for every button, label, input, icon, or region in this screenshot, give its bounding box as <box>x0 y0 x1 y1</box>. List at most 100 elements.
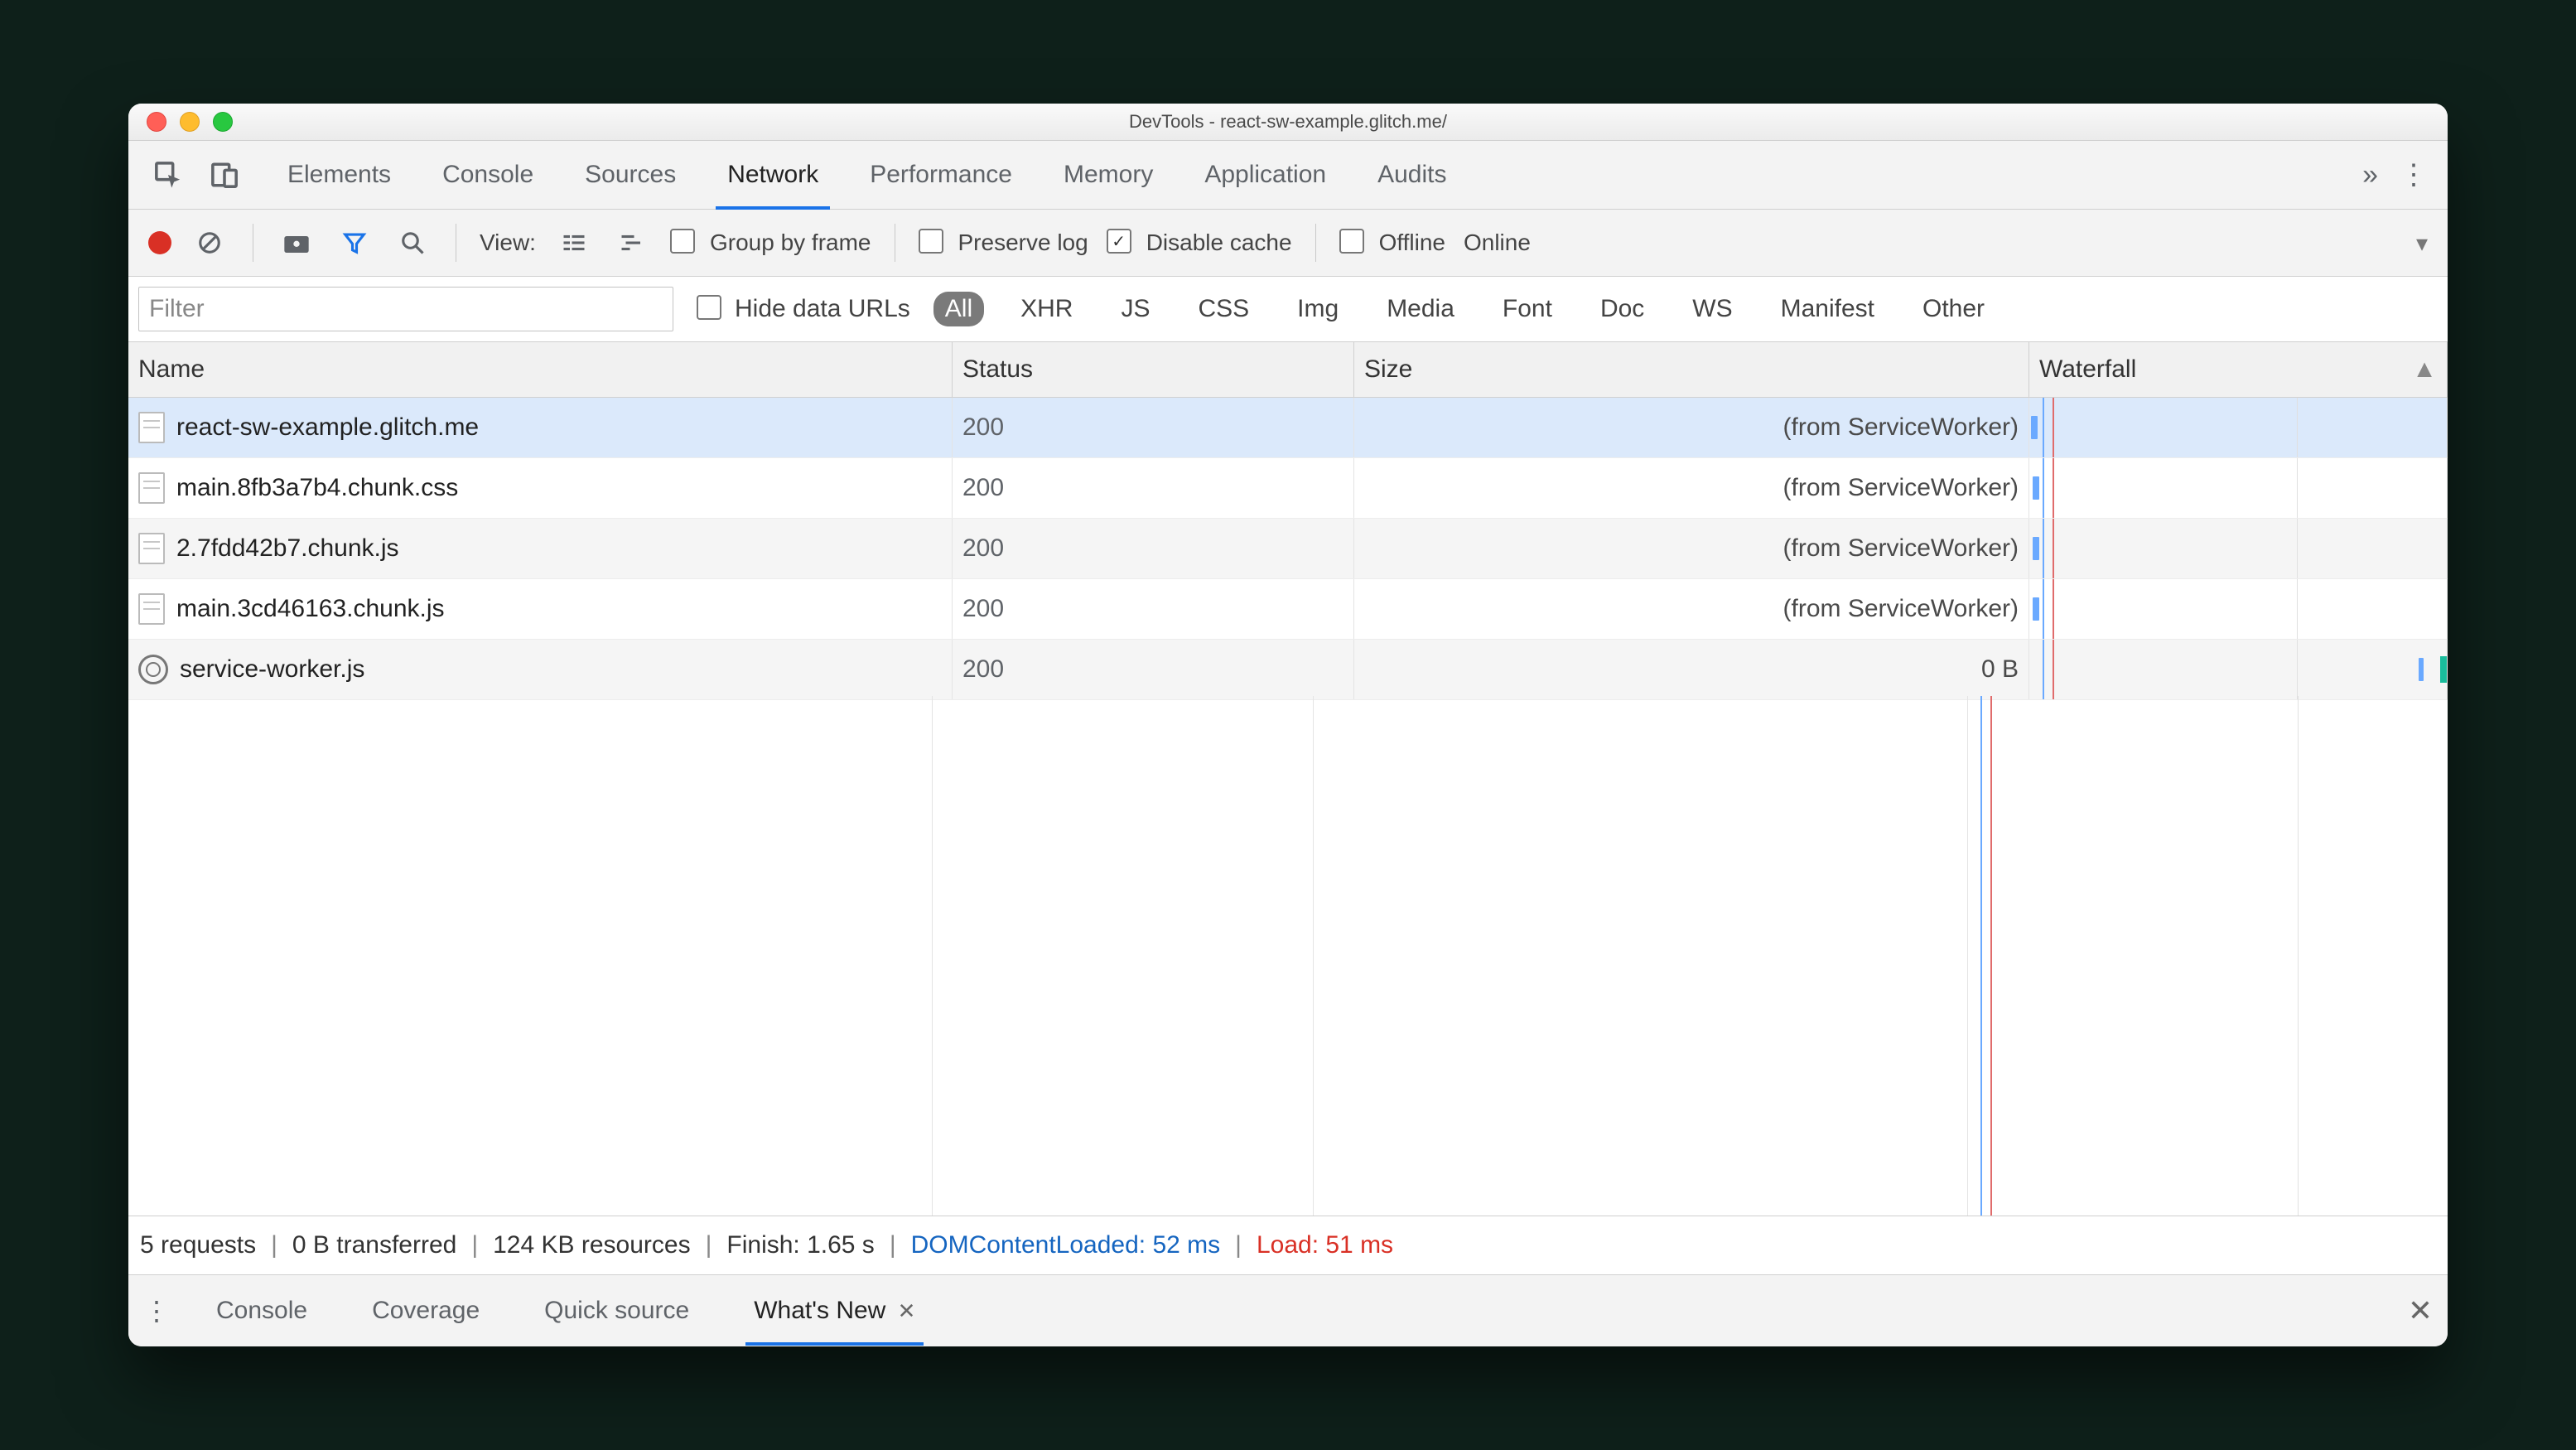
request-name: react-sw-example.glitch.me <box>176 413 479 442</box>
request-size: (from ServiceWorker) <box>1783 474 2019 502</box>
summary-requests: 5 requests <box>140 1231 256 1259</box>
waterfall-cell <box>2029 640 2448 699</box>
filter-type-media[interactable]: Media <box>1375 292 1466 326</box>
request-name: main.8fb3a7b4.chunk.css <box>176 474 458 502</box>
column-name[interactable]: Name <box>128 342 953 397</box>
waterfall-cell <box>2029 579 2448 639</box>
gear-icon <box>138 655 168 684</box>
offline-toggle[interactable]: Offline <box>1339 230 1445 256</box>
drawer-tabs: ⋮ Console Coverage Quick source What's New … <box>128 1274 2448 1346</box>
table-header: Name Status Size Waterfall ▲ <box>128 342 2448 398</box>
request-size: (from ServiceWorker) <box>1783 413 2019 442</box>
waterfall-end-marker <box>2440 656 2447 683</box>
hide-data-urls-toggle[interactable]: Hide data URLs <box>697 295 910 323</box>
tab-audits[interactable]: Audits <box>1372 141 1451 209</box>
filter-type-all[interactable]: All <box>933 292 984 326</box>
filter-type-font[interactable]: Font <box>1491 292 1564 326</box>
traffic-lights <box>147 112 233 132</box>
tab-sources[interactable]: Sources <box>580 141 681 209</box>
document-icon <box>138 412 165 443</box>
summary-bar: 5 requests| 0 B transferred| 124 KB reso… <box>128 1216 2448 1274</box>
view-label: View: <box>480 230 536 256</box>
request-size: (from ServiceWorker) <box>1783 595 2019 623</box>
drawer-tab-console[interactable]: Console <box>213 1277 311 1345</box>
group-by-frame-toggle[interactable]: Group by frame <box>670 230 871 256</box>
table-row[interactable]: main.3cd46163.chunk.js200(from ServiceWo… <box>128 579 2448 640</box>
document-icon <box>138 593 165 625</box>
throttling-select[interactable]: Online <box>1464 230 1531 256</box>
filter-type-other[interactable]: Other <box>1911 292 1996 326</box>
tab-application[interactable]: Application <box>1199 141 1331 209</box>
column-waterfall[interactable]: Waterfall ▲ <box>2029 342 2448 397</box>
settings-menu-icon[interactable]: ⋮ <box>2400 158 2428 191</box>
capture-screenshots-icon[interactable] <box>277 223 316 263</box>
tab-memory[interactable]: Memory <box>1059 141 1158 209</box>
document-icon <box>138 533 165 564</box>
drawer-tab-coverage[interactable]: Coverage <box>369 1277 483 1345</box>
filter-type-doc[interactable]: Doc <box>1589 292 1656 326</box>
zoom-window-button[interactable] <box>213 112 233 132</box>
table-row[interactable]: service-worker.js 200 0 B <box>128 640 2448 700</box>
request-status: 200 <box>962 413 1004 442</box>
sort-ascending-icon: ▲ <box>2412 355 2437 384</box>
tab-performance[interactable]: Performance <box>865 141 1017 209</box>
tab-network[interactable]: Network <box>722 141 823 209</box>
waterfall-cell <box>2029 398 2448 457</box>
inspect-element-icon[interactable] <box>148 155 188 195</box>
devtools-window: DevTools - react-sw-example.glitch.me/ E… <box>128 104 2448 1346</box>
filter-icon[interactable] <box>335 223 374 263</box>
filter-bar: Hide data URLs All XHR JS CSS Img Media Font Do… <box>128 277 2448 342</box>
request-size: 0 B <box>1981 655 2019 684</box>
tab-console[interactable]: Console <box>437 141 538 209</box>
minimize-window-button[interactable] <box>180 112 200 132</box>
window-title: DevTools - react-sw-example.glitch.me/ <box>1129 111 1447 133</box>
network-table: Name Status Size Waterfall ▲ react-sw-ex… <box>128 342 2448 1216</box>
request-status: 200 <box>962 534 1004 563</box>
filter-type-img[interactable]: Img <box>1286 292 1350 326</box>
disable-cache-label: Disable cache <box>1146 230 1292 256</box>
device-toolbar-icon[interactable] <box>205 155 244 195</box>
column-status[interactable]: Status <box>953 342 1354 397</box>
filter-input[interactable] <box>138 287 673 331</box>
request-status: 200 <box>962 474 1004 502</box>
summary-finish: Finish: 1.65 s <box>726 1231 874 1259</box>
filter-type-js[interactable]: JS <box>1109 292 1161 326</box>
table-row[interactable]: react-sw-example.glitch.me 200 (from Servi… <box>128 398 2448 458</box>
hide-data-urls-label: Hide data URLs <box>735 295 910 323</box>
titlebar: DevTools - react-sw-example.glitch.me/ <box>128 104 2448 141</box>
table-body: react-sw-example.glitch.me 200 (from Servi… <box>128 398 2448 1216</box>
table-row[interactable]: 2.7fdd42b7.chunk.js200(from ServiceWorke… <box>128 519 2448 579</box>
filter-type-xhr[interactable]: XHR <box>1009 292 1084 326</box>
close-window-button[interactable] <box>147 112 166 132</box>
waterfall-cell <box>2029 458 2448 518</box>
request-status: 200 <box>962 655 1004 684</box>
group-by-frame-label: Group by frame <box>710 230 871 256</box>
drawer-tab-quick-source[interactable]: Quick source <box>541 1277 692 1345</box>
summary-resources: 124 KB resources <box>493 1231 690 1259</box>
filter-type-ws[interactable]: WS <box>1681 292 1744 326</box>
request-status: 200 <box>962 595 1004 623</box>
more-tabs-icon[interactable]: » <box>2362 159 2378 191</box>
tab-elements[interactable]: Elements <box>282 141 396 209</box>
clear-icon[interactable] <box>190 223 229 263</box>
summary-domcontentloaded: DOMContentLoaded: 52 ms <box>911 1231 1221 1259</box>
filter-type-manifest[interactable]: Manifest <box>1769 292 1886 326</box>
throttling-caret-icon[interactable]: ▾ <box>2416 230 2428 257</box>
overview-icon[interactable] <box>612 223 652 263</box>
request-name: service-worker.js <box>180 655 364 684</box>
waterfall-cell <box>2029 519 2448 578</box>
filter-type-css[interactable]: CSS <box>1186 292 1261 326</box>
large-rows-icon[interactable] <box>554 223 594 263</box>
drawer-tab-what-s-new[interactable]: What's New ✕ <box>750 1277 919 1345</box>
drawer-menu-icon[interactable]: ⋮ <box>143 1295 170 1327</box>
network-toolbar: View: Group by frame Preserve log Disabl… <box>128 210 2448 277</box>
drawer-tab-close-icon[interactable]: ✕ <box>898 1298 916 1323</box>
drawer-close-icon[interactable]: ✕ <box>2408 1293 2433 1328</box>
record-button[interactable] <box>148 231 171 254</box>
column-size[interactable]: Size <box>1354 342 2029 397</box>
disable-cache-toggle[interactable]: Disable cache <box>1107 230 1292 256</box>
table-row[interactable]: main.8fb3a7b4.chunk.css 200 (from ServiceW… <box>128 458 2448 519</box>
search-icon[interactable] <box>393 223 432 263</box>
preserve-log-toggle[interactable]: Preserve log <box>919 230 1088 256</box>
offline-label: Offline <box>1379 230 1445 256</box>
